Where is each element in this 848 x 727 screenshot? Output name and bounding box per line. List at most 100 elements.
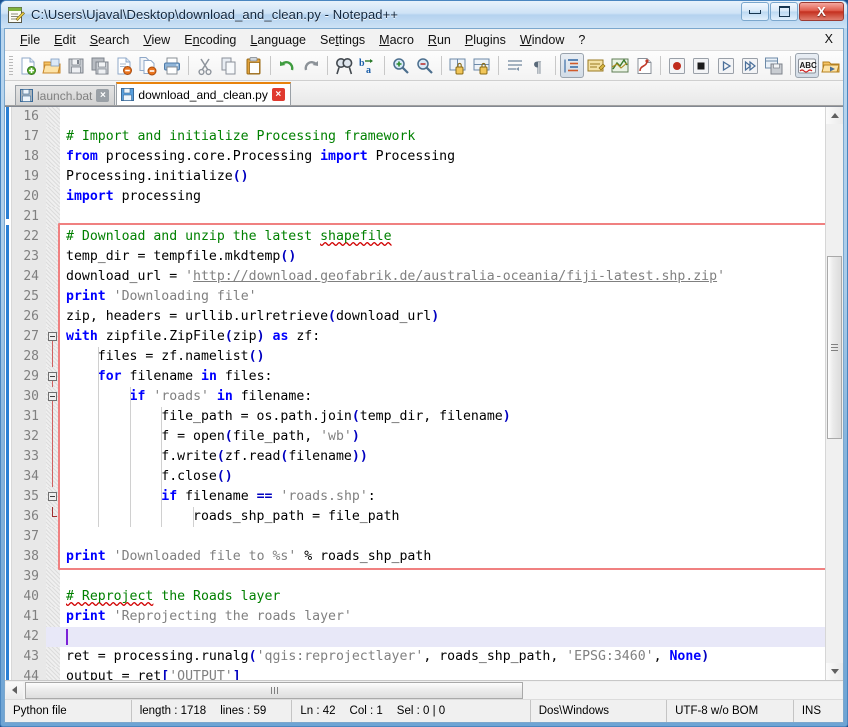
code-line-text[interactable]: for filename in files: xyxy=(60,367,843,387)
tab-launch-bat[interactable]: launch.bat× xyxy=(15,85,115,105)
code-line[interactable]: 16 xyxy=(12,107,843,127)
paste-icon[interactable] xyxy=(242,53,266,78)
toolbar-grip[interactable] xyxy=(9,56,13,76)
code-line[interactable]: 35 if filename == 'roads.shp': xyxy=(12,487,843,507)
record-macro-icon[interactable] xyxy=(665,53,689,78)
menu-item-view[interactable]: View xyxy=(136,31,177,49)
code-line-text[interactable]: print 'Downloaded file to %s' % roads_sh… xyxy=(60,547,843,567)
code-viewport[interactable]: 1617# Import and initialize Processing f… xyxy=(12,107,843,680)
code-line-text[interactable] xyxy=(60,107,843,127)
sync-vertical-scroll-icon[interactable] xyxy=(446,53,470,78)
code-line-text[interactable]: f = open(file_path, 'wb') xyxy=(60,427,843,447)
code-line[interactable]: 19Processing.initialize() xyxy=(12,167,843,187)
menu-item-run[interactable]: Run xyxy=(421,31,458,49)
code-line[interactable]: 18from processing.core.Processing import… xyxy=(12,147,843,167)
fold-margin[interactable] xyxy=(46,607,60,627)
horizontal-scrollbar[interactable] xyxy=(5,680,843,699)
code-line[interactable]: 39 xyxy=(12,567,843,587)
vertical-scrollbar-thumb[interactable] xyxy=(827,256,842,439)
code-line-text[interactable]: ret = processing.runalg('qgis:reprojectl… xyxy=(60,647,843,667)
editor[interactable]: 1617# Import and initialize Processing f… xyxy=(5,106,843,680)
user-defined-dialog-icon[interactable] xyxy=(584,53,608,78)
show-all-characters-icon[interactable]: ¶ xyxy=(527,53,551,78)
fold-margin[interactable] xyxy=(46,447,60,467)
fold-margin[interactable] xyxy=(46,247,60,267)
close-file-icon[interactable] xyxy=(112,53,136,78)
fold-margin[interactable] xyxy=(46,487,60,507)
fold-margin[interactable] xyxy=(46,407,60,427)
fold-margin[interactable] xyxy=(46,147,60,167)
save-macro-icon[interactable] xyxy=(762,53,786,78)
code-line-text[interactable]: file_path = os.path.join(temp_dir, filen… xyxy=(60,407,843,427)
fold-margin[interactable] xyxy=(46,187,60,207)
close-all-files-icon[interactable] xyxy=(136,53,160,78)
code-line[interactable]: 26zip, headers = urllib.urlretrieve(down… xyxy=(12,307,843,327)
horizontal-scrollbar-thumb[interactable] xyxy=(25,682,523,699)
redo-icon[interactable] xyxy=(299,53,323,78)
code-line-text[interactable] xyxy=(60,627,843,647)
menu-item-plugins[interactable]: Plugins xyxy=(458,31,513,49)
code-line-text[interactable]: zip, headers = urllib.urlretrieve(downlo… xyxy=(60,307,843,327)
stop-recording-icon[interactable] xyxy=(689,53,713,78)
menu-item-search[interactable]: Search xyxy=(83,31,137,49)
fold-margin[interactable] xyxy=(46,227,60,247)
fold-margin[interactable] xyxy=(46,547,60,567)
indent-guide-icon[interactable] xyxy=(560,53,584,78)
vertical-scrollbar[interactable] xyxy=(825,107,843,680)
code-line-text[interactable]: # Import and initialize Processing frame… xyxy=(60,127,843,147)
code-line-text[interactable]: # Reproject the Roads layer xyxy=(60,587,843,607)
fold-margin[interactable] xyxy=(46,387,60,407)
code-line[interactable]: 30 if 'roads' in filename: xyxy=(12,387,843,407)
fold-margin[interactable] xyxy=(46,627,60,647)
code-line[interactable]: 29 for filename in files: xyxy=(12,367,843,387)
code-line-text[interactable] xyxy=(60,207,843,227)
code-line-text[interactable]: if 'roads' in filename: xyxy=(60,387,843,407)
title-bar[interactable]: C:\Users\Ujaval\Desktop\download_and_cle… xyxy=(1,1,847,28)
code-line-text[interactable]: download_url = 'http://download.geofabri… xyxy=(60,267,843,287)
code-line[interactable]: 43ret = processing.runalg('qgis:reprojec… xyxy=(12,647,843,667)
code-line[interactable]: 25print 'Downloading file' xyxy=(12,287,843,307)
undo-icon[interactable] xyxy=(275,53,299,78)
code-line-text[interactable]: print 'Reprojecting the roads layer' xyxy=(60,607,843,627)
fold-margin[interactable] xyxy=(46,427,60,447)
code-line-text[interactable]: print 'Downloading file' xyxy=(60,287,843,307)
fold-margin[interactable] xyxy=(46,467,60,487)
fold-margin[interactable] xyxy=(46,347,60,367)
code-line[interactable]: 32 f = open(file_path, 'wb') xyxy=(12,427,843,447)
fold-collapse-icon[interactable] xyxy=(48,332,57,341)
code-line[interactable]: 37 xyxy=(12,527,843,547)
run-macro-multiple-icon[interactable] xyxy=(738,53,762,78)
fold-margin[interactable] xyxy=(46,107,60,127)
open-file-icon[interactable] xyxy=(40,53,64,78)
fold-margin[interactable] xyxy=(46,167,60,187)
code-line[interactable]: 21 xyxy=(12,207,843,227)
replace-icon[interactable]: b a xyxy=(356,53,380,78)
fold-collapse-icon[interactable] xyxy=(48,392,57,401)
close-document-button[interactable]: X xyxy=(825,32,833,46)
close-button[interactable]: X xyxy=(799,2,844,21)
code-line[interactable]: 22# Download and unzip the latest shapef… xyxy=(12,227,843,247)
scroll-left-button[interactable] xyxy=(6,682,23,699)
code-line-text[interactable]: from processing.core.Processing import P… xyxy=(60,147,843,167)
fold-margin[interactable] xyxy=(46,267,60,287)
code-line[interactable]: 20import processing xyxy=(12,187,843,207)
fold-margin[interactable] xyxy=(46,207,60,227)
fold-margin[interactable] xyxy=(46,567,60,587)
fold-collapse-icon[interactable] xyxy=(48,492,57,501)
code-line-text[interactable]: files = zf.namelist() xyxy=(60,347,843,367)
code-line[interactable]: 27with zipfile.ZipFile(zip) as zf: xyxy=(12,327,843,347)
code-line-text[interactable]: with zipfile.ZipFile(zip) as zf: xyxy=(60,327,843,347)
tab-close-icon[interactable]: × xyxy=(96,89,109,102)
fold-margin[interactable] xyxy=(46,527,60,547)
menu-item-window[interactable]: Window xyxy=(513,31,571,49)
code-line[interactable]: 36 roads_shp_path = file_path xyxy=(12,507,843,527)
fold-margin[interactable] xyxy=(46,507,60,527)
run-icon[interactable] xyxy=(819,53,843,78)
sync-horizontal-scroll-icon[interactable] xyxy=(470,53,494,78)
fold-margin[interactable] xyxy=(46,367,60,387)
fold-margin[interactable] xyxy=(46,327,60,347)
word-wrap-icon[interactable] xyxy=(503,53,527,78)
tab-download-and-clean-py[interactable]: download_and_clean.py× xyxy=(116,82,290,105)
zoom-out-icon[interactable] xyxy=(413,53,437,78)
code-line-text[interactable]: f.close() xyxy=(60,467,843,487)
